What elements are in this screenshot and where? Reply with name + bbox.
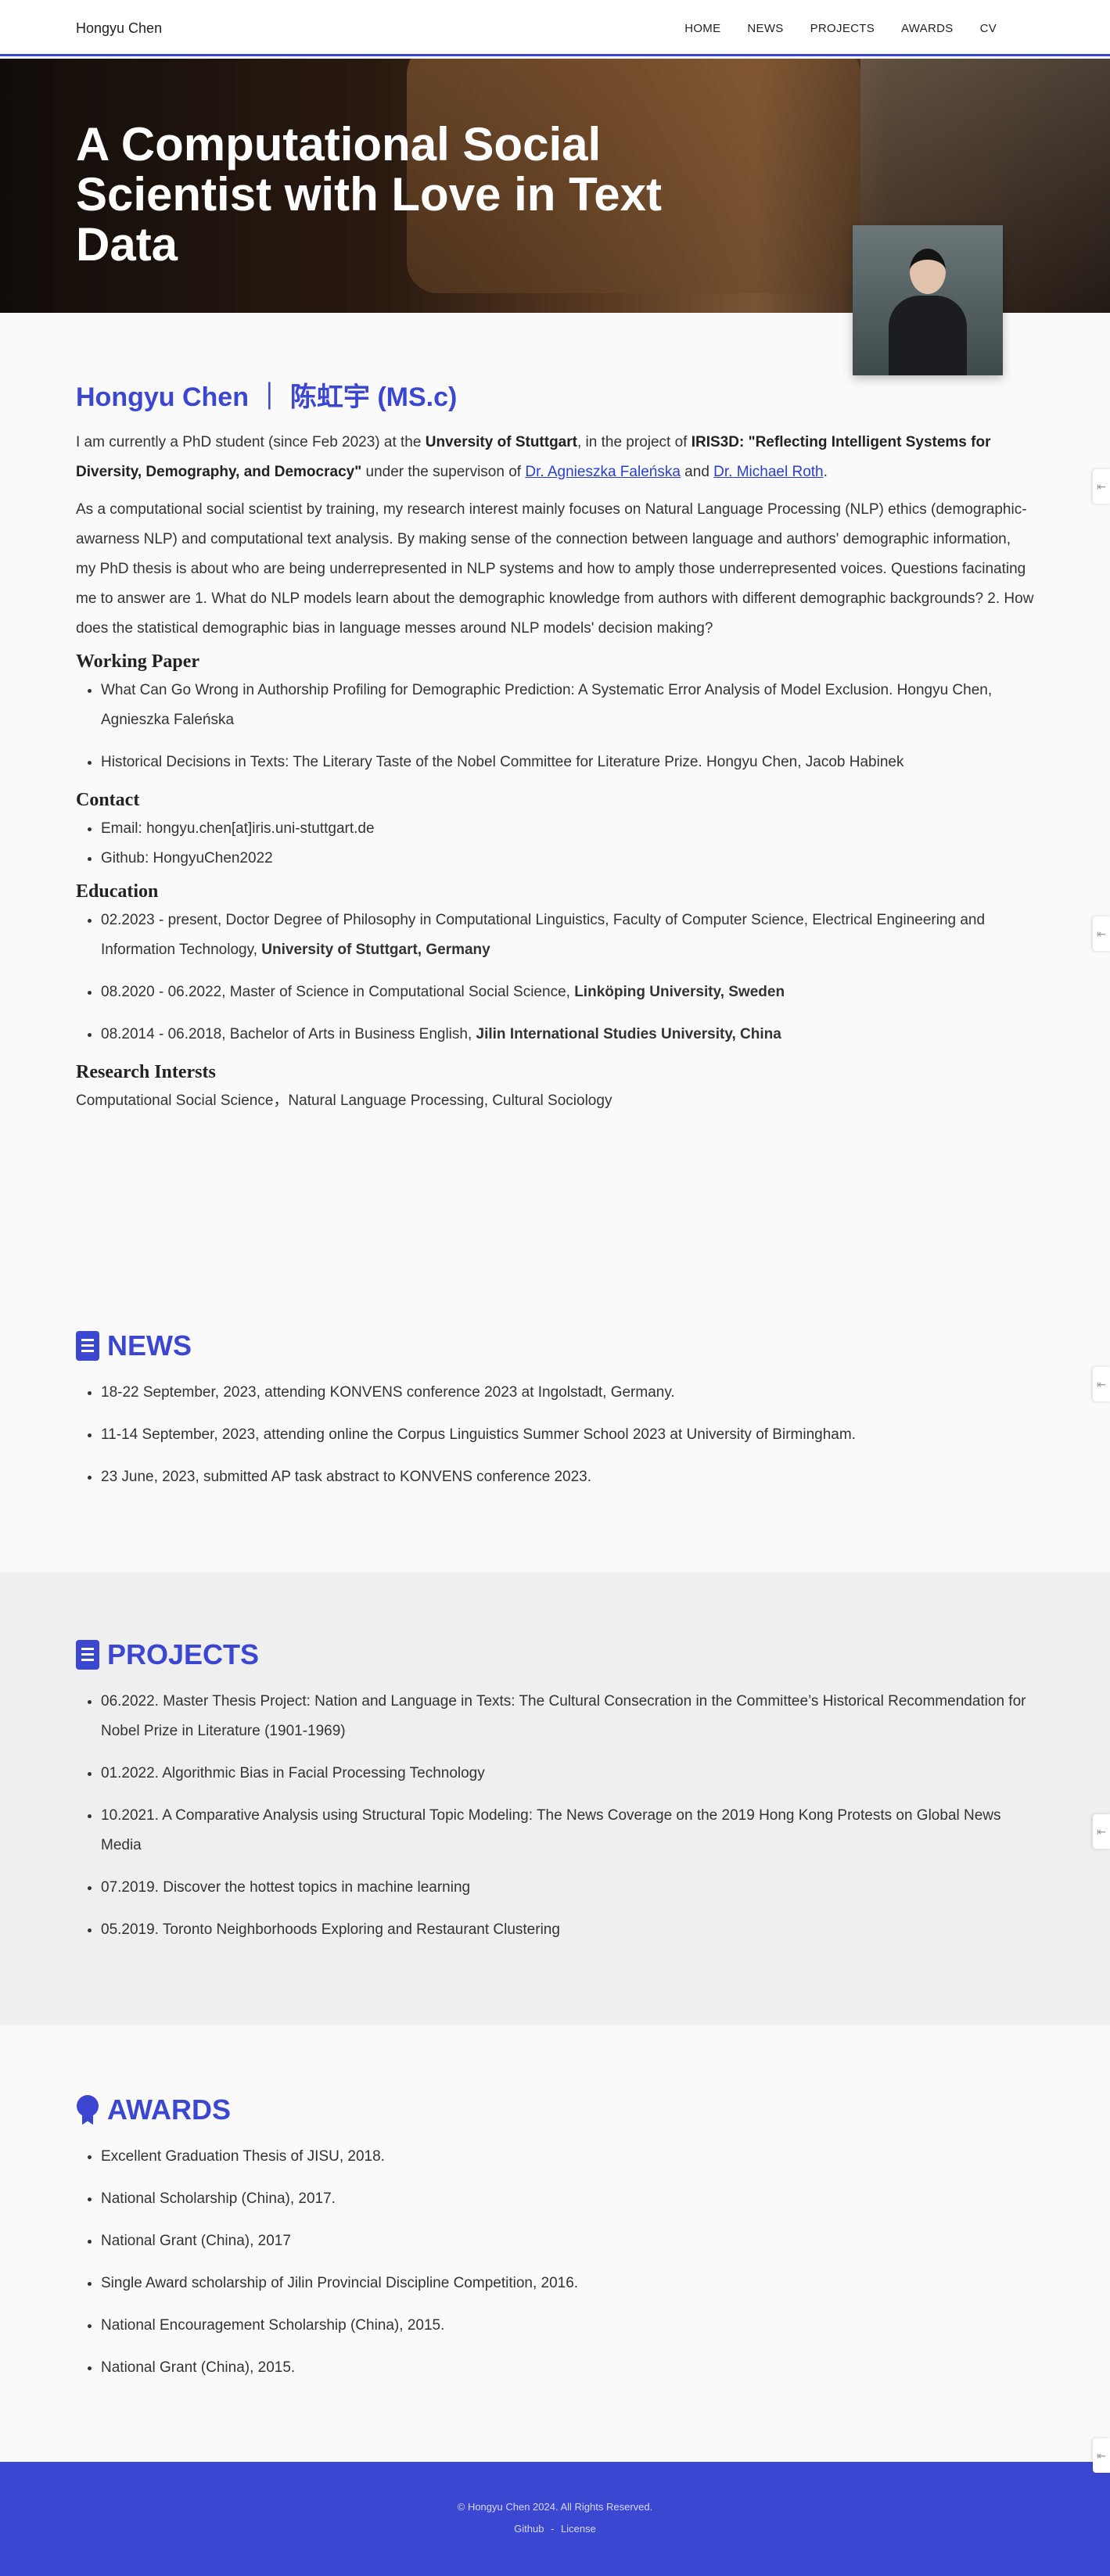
document-icon <box>76 1640 99 1670</box>
nav-cv[interactable]: CV <box>980 22 997 35</box>
list-item: 07.2019. Discover the hottest topics in … <box>101 1873 1034 1903</box>
list-item: 06.2022. Master Thesis Project: Nation a… <box>101 1687 1034 1746</box>
list-item: National Encouragement Scholarship (Chin… <box>101 2311 1034 2341</box>
side-widget-tab[interactable]: ⇤ <box>1093 1814 1110 1849</box>
profile-photo <box>853 225 1003 375</box>
contact-github: Github: HongyuChen2022 <box>101 844 1034 874</box>
interests-heading: Research Intersts <box>76 1062 216 1082</box>
nav-awards[interactable]: AWARDS <box>901 22 954 35</box>
photo-figure-body <box>889 296 967 375</box>
side-widget-tab[interactable]: ⇤ <box>1093 469 1110 504</box>
interests-text: Computational Social Science，Natural Lan… <box>76 1092 612 1109</box>
awards-section: AWARDS Excellent Graduation Thesis of JI… <box>76 2093 1034 2395</box>
profile-name: Hongyu Chen ｜ 陈虹宇 (MS.c) <box>76 382 458 412</box>
list-item: National Grant (China), 2017 <box>101 2226 1034 2256</box>
intro-university: Unversity of Stuttgart <box>425 434 577 450</box>
education-institution: Jilin International Studies University, … <box>476 1026 781 1042</box>
top-navbar: Hongyu Chen HOME NEWS PROJECTS AWARDS CV <box>0 0 1110 56</box>
news-list: 18-22 September, 2023, attending KONVENS… <box>76 1378 1034 1492</box>
projects-title: PROJECTS <box>107 1638 260 1670</box>
intro-paragraph: I am currently a PhD student (since Feb … <box>76 428 1034 487</box>
side-widget-tab[interactable]: ⇤ <box>1093 917 1110 951</box>
contact-list: Email: hongyu.chen[at]iris.uni-stuttgart… <box>76 814 1034 874</box>
about-section: Hongyu Chen ｜ 陈虹宇 (MS.c) I am currently … <box>76 375 1034 1116</box>
list-item: National Scholarship (China), 2017. <box>101 2184 1034 2214</box>
education-text: 02.2023 - present, Doctor Degree of Phil… <box>101 912 986 958</box>
footer: © Hongyu Chen 2024. All Rights Reserved.… <box>0 2462 1110 2576</box>
news-section: NEWS 18-22 September, 2023, attending KO… <box>76 1329 1034 1505</box>
education-institution: University of Stuttgart, Germany <box>261 942 490 958</box>
news-heading: NEWS <box>76 1329 1034 1362</box>
education-text: 08.2014 - 06.2018, Bachelor of Arts in B… <box>101 1026 476 1042</box>
footer-github-link[interactable]: Github <box>514 2523 544 2535</box>
list-item: 10.2021. A Comparative Analysis using St… <box>101 1801 1034 1860</box>
awards-heading: AWARDS <box>76 2093 1034 2126</box>
projects-heading: PROJECTS <box>76 1638 1034 1671</box>
working-paper-list: What Can Go Wrong in Authorship Profilin… <box>76 676 1034 777</box>
footer-separator: - <box>551 2523 555 2535</box>
research-paragraph: As a computational social scientist by t… <box>76 501 1034 637</box>
list-item: Excellent Graduation Thesis of JISU, 201… <box>101 2142 1034 2172</box>
footer-links: Github - License <box>0 2523 1110 2535</box>
side-widget-tab[interactable]: ⇤ <box>1093 1367 1110 1401</box>
list-item: 08.2014 - 06.2018, Bachelor of Arts in B… <box>101 1020 1034 1049</box>
nav-menu: HOME NEWS PROJECTS AWARDS CV <box>684 22 997 35</box>
education-text: 08.2020 - 06.2022, Master of Science in … <box>101 984 575 1000</box>
contact-email: Email: hongyu.chen[at]iris.uni-stuttgart… <box>101 814 1034 844</box>
projects-section: PROJECTS 06.2022. Master Thesis Project:… <box>76 1638 1034 1957</box>
projects-list: 06.2022. Master Thesis Project: Nation a… <box>76 1687 1034 1945</box>
news-title: NEWS <box>107 1329 192 1362</box>
education-heading: Education <box>76 881 159 902</box>
education-list: 02.2023 - present, Doctor Degree of Phil… <box>76 906 1034 1049</box>
side-widget-tab[interactable]: ⇤ <box>1093 2438 1110 2473</box>
intro-text-1: I am currently a PhD student (since Feb … <box>76 434 426 450</box>
supervisor-link-falenska[interactable]: Dr. Agnieszka Faleńska <box>525 464 681 480</box>
list-item: National Grant (China), 2015. <box>101 2353 1034 2383</box>
list-item: 01.2022. Algorithmic Bias in Facial Proc… <box>101 1759 1034 1788</box>
list-item: 23 June, 2023, submitted AP task abstrac… <box>101 1462 1034 1492</box>
list-item: 08.2020 - 06.2022, Master of Science in … <box>101 978 1034 1007</box>
contact-heading: Contact <box>76 790 140 810</box>
nav-projects[interactable]: PROJECTS <box>810 22 875 35</box>
intro-text-2: , in the project of <box>577 434 692 450</box>
list-item: 02.2023 - present, Doctor Degree of Phil… <box>101 906 1034 965</box>
nav-news[interactable]: NEWS <box>747 22 783 35</box>
site-brand[interactable]: Hongyu Chen <box>76 20 162 37</box>
supervisor-link-roth[interactable]: Dr. Michael Roth <box>713 464 823 480</box>
list-item: Single Award scholarship of Jilin Provin… <box>101 2269 1034 2298</box>
hero-title: A Computational Social Scientist with Lo… <box>76 118 663 271</box>
list-item: 18-22 September, 2023, attending KONVENS… <box>101 1378 1034 1408</box>
list-item: 05.2019. Toronto Neighborhoods Exploring… <box>101 1915 1034 1945</box>
intro-text-3: under the supervison of <box>361 464 526 480</box>
award-icon <box>76 2095 99 2125</box>
working-paper-heading: Working Paper <box>76 651 200 672</box>
footer-license-link[interactable]: License <box>561 2523 596 2535</box>
nav-home[interactable]: HOME <box>684 22 720 35</box>
awards-title: AWARDS <box>107 2093 232 2126</box>
list-item: What Can Go Wrong in Authorship Profilin… <box>101 676 1034 735</box>
photo-figure-head <box>910 249 946 294</box>
intro-text-5: . <box>823 464 828 480</box>
intro-text-4: and <box>680 464 714 480</box>
list-item: 11-14 September, 2023, attending online … <box>101 1420 1034 1450</box>
footer-copyright: © Hongyu Chen 2024. All Rights Reserved. <box>457 2501 653 2513</box>
document-icon <box>76 1331 99 1361</box>
list-item: Historical Decisions in Texts: The Liter… <box>101 748 1034 777</box>
education-institution: Linköping University, Sweden <box>574 984 785 1000</box>
awards-list: Excellent Graduation Thesis of JISU, 201… <box>76 2142 1034 2383</box>
